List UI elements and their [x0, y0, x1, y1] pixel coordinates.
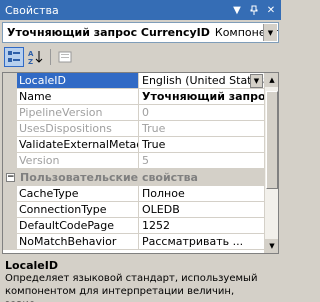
- alphabetical-button[interactable]: A Z: [26, 47, 46, 67]
- property-row-defaultcodepage[interactable]: DefaultCodePage 1252: [3, 218, 265, 234]
- property-value: True: [139, 121, 265, 137]
- property-grid: LocaleID English (United States) ▼ Name …: [2, 72, 279, 254]
- property-value[interactable]: Рассматривать ...: [139, 234, 265, 250]
- svg-text:A: A: [28, 50, 34, 58]
- object-name: Уточняющий запрос CurrencyID: [7, 26, 210, 39]
- properties-toolbar: A Z: [0, 45, 281, 69]
- property-row-nomatchbehavior[interactable]: NoMatchBehavior Рассматривать ...: [3, 234, 265, 250]
- property-name: LocaleID: [17, 73, 139, 89]
- window-titlebar: Свойства ▼ ✕: [0, 0, 281, 20]
- svg-text:Z: Z: [28, 58, 33, 65]
- close-icon[interactable]: ✕: [264, 3, 278, 17]
- property-pages-button[interactable]: [55, 47, 75, 67]
- pin-icon[interactable]: [247, 3, 261, 17]
- dropdown-button[interactable]: ▼: [250, 74, 263, 88]
- dropdown-arrow-icon[interactable]: ▼: [230, 3, 244, 17]
- property-row-name[interactable]: Name Уточняющий запрос C: [3, 89, 265, 105]
- property-row-connectiontype[interactable]: ConnectionType OLEDB: [3, 202, 265, 218]
- property-row-validateexternalmetadata[interactable]: ValidateExternalMetadata True: [3, 137, 265, 153]
- property-name: Name: [17, 89, 139, 105]
- property-name: UsesDispositions: [17, 121, 139, 137]
- property-row-cachetype[interactable]: CacheType Полное: [3, 186, 265, 202]
- object-selector[interactable]: Уточняющий запрос CurrencyID Компонент п…: [2, 22, 279, 43]
- categorized-icon: [8, 51, 20, 62]
- property-value[interactable]: Полное: [139, 186, 265, 202]
- category-label: Пользовательские свойства: [20, 171, 198, 184]
- property-row-usesdispositions[interactable]: UsesDispositions True: [3, 121, 265, 137]
- scroll-up-icon[interactable]: ▲: [265, 73, 278, 87]
- window-title: Свойства: [5, 3, 59, 17]
- property-row-version[interactable]: Version 5: [3, 153, 265, 169]
- description-text: Определяет языковой стандарт, используем…: [5, 273, 258, 302]
- property-value[interactable]: English (United States): [139, 73, 265, 89]
- collapse-icon[interactable]: −: [6, 173, 15, 182]
- sort-az-icon: A Z: [28, 50, 43, 65]
- property-row-pipelineversion[interactable]: PipelineVersion 0: [3, 105, 265, 121]
- property-name: ValidateExternalMetadata: [17, 137, 139, 153]
- property-value[interactable]: Уточняющий запрос C: [139, 89, 265, 105]
- property-row-localeid[interactable]: LocaleID English (United States) ▼: [3, 73, 265, 89]
- description-title: LocaleID: [5, 259, 58, 272]
- scroll-thumb[interactable]: [266, 91, 278, 189]
- property-name: CacheType: [17, 186, 139, 202]
- chevron-down-icon[interactable]: ▼: [263, 24, 277, 41]
- categorized-button[interactable]: [4, 47, 24, 67]
- property-name: DefaultCodePage: [17, 218, 139, 234]
- property-value: 0: [139, 105, 265, 121]
- scroll-down-icon[interactable]: ▼: [265, 239, 278, 253]
- property-value[interactable]: OLEDB: [139, 202, 265, 218]
- property-name: NoMatchBehavior: [17, 234, 139, 250]
- property-value: 5: [139, 153, 265, 169]
- description-pane: LocaleID Определяет языковой стандарт, и…: [2, 258, 279, 302]
- toolbar-divider: [50, 49, 51, 65]
- vertical-scrollbar[interactable]: ▲ ▼: [264, 73, 278, 253]
- category-custom-properties[interactable]: − Пользовательские свойства: [3, 169, 265, 186]
- property-pages-icon: [58, 51, 72, 63]
- property-value[interactable]: True: [139, 137, 265, 153]
- property-value[interactable]: 1252: [139, 218, 265, 234]
- property-name: ConnectionType: [17, 202, 139, 218]
- property-name: Version: [17, 153, 139, 169]
- property-name: PipelineVersion: [17, 105, 139, 121]
